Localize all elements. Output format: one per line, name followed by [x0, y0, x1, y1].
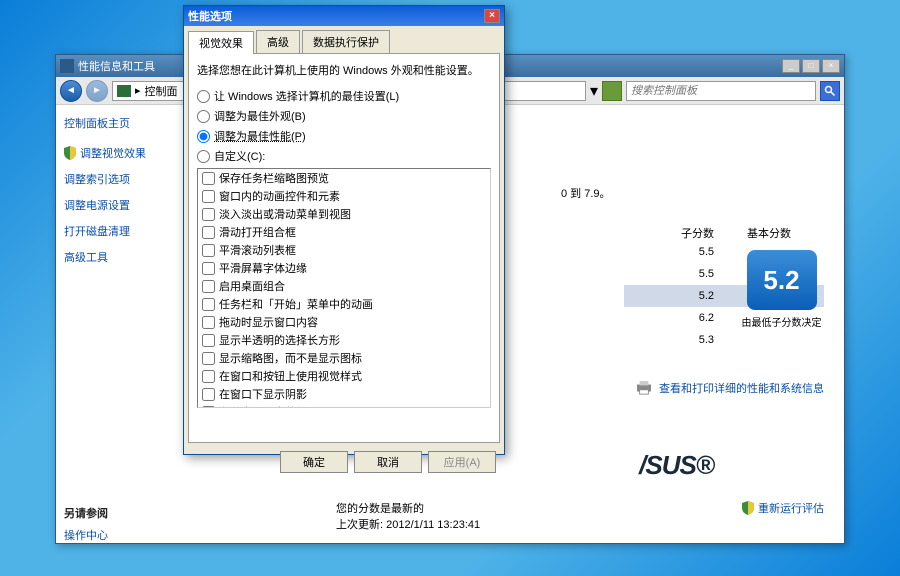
subscore-value: 6.2 [624, 312, 714, 324]
dialog-title: 性能选项 [188, 8, 232, 24]
check-item-0[interactable]: 保存任务栏缩略图预览 [198, 169, 490, 187]
address-dropdown[interactable]: ▾ [590, 81, 598, 101]
check-item-2[interactable]: 淡入淡出或滑动菜单到视图 [198, 205, 490, 223]
checkbox-input[interactable] [202, 262, 215, 275]
checkbox-input[interactable] [202, 370, 215, 383]
checkbox-input[interactable] [202, 190, 215, 203]
radio-input[interactable] [197, 90, 210, 103]
maximize-button[interactable]: □ [802, 59, 820, 73]
dialog-buttons: 确定 取消 应用(A) [184, 447, 504, 477]
subscore-header: 子分数 [624, 225, 714, 241]
dialog-instruction: 选择您想在此计算机上使用的 Windows 外观和性能设置。 [197, 62, 491, 78]
window-title: 性能信息和工具 [78, 58, 155, 74]
rerun-assessment-link[interactable]: 重新运行评估 [742, 500, 824, 516]
sidebar: 控制面板主页 调整视觉效果调整索引选项调整电源设置打开磁盘清理高级工具 另请参阅… [56, 105, 181, 543]
checkbox-input[interactable] [202, 208, 215, 221]
also-see-action-center[interactable]: 操作中心 [64, 527, 173, 543]
radio-input[interactable] [197, 130, 210, 143]
radio-option-1[interactable]: 调整为最佳外观(B) [197, 108, 491, 124]
check-item-7[interactable]: 任务栏和「开始」菜单中的动画 [198, 295, 490, 313]
apply-button[interactable]: 应用(A) [428, 451, 496, 473]
also-see-label: 另请参阅 [64, 505, 173, 521]
sidebar-item-2[interactable]: 调整电源设置 [64, 197, 173, 213]
asus-logo: /SUS® [639, 450, 714, 481]
subscore-value: 5.3 [624, 334, 714, 346]
check-item-9[interactable]: 显示半透明的选择长方形 [198, 331, 490, 349]
printer-icon [635, 381, 653, 395]
check-item-3[interactable]: 滑动打开组合框 [198, 223, 490, 241]
monitor-icon [117, 85, 131, 97]
checkbox-input[interactable] [202, 280, 215, 293]
sidebar-item-3[interactable]: 打开磁盘清理 [64, 223, 173, 239]
checkbox-input[interactable] [202, 406, 215, 409]
radio-input[interactable] [197, 150, 210, 163]
search-button[interactable] [820, 81, 840, 101]
effects-checklist[interactable]: 保存任务栏缩略图预览窗口内的动画控件和元素淡入淡出或滑动菜单到视图滑动打开组合框… [197, 168, 491, 408]
check-item-8[interactable]: 拖动时显示窗口内容 [198, 313, 490, 331]
radio-option-0[interactable]: 让 Windows 选择计算机的最佳设置(L) [197, 88, 491, 104]
range-text: 0 到 7.9。 [561, 185, 611, 201]
tab-1[interactable]: 高级 [256, 30, 300, 53]
base-score-caption: 由最低子分数决定 [739, 314, 824, 329]
check-item-10[interactable]: 显示缩略图，而不是显示图标 [198, 349, 490, 367]
sidebar-item-4[interactable]: 高级工具 [64, 249, 173, 265]
subscore-value: 5.5 [624, 246, 714, 258]
shield-icon [64, 146, 76, 160]
radio-input[interactable] [197, 110, 210, 123]
search-icon [824, 85, 836, 97]
checkbox-input[interactable] [202, 316, 215, 329]
check-item-13[interactable]: 在单击后淡出菜单 [198, 403, 490, 408]
checkbox-input[interactable] [202, 388, 215, 401]
checkbox-input[interactable] [202, 352, 215, 365]
visual-effects-panel: 选择您想在此计算机上使用的 Windows 外观和性能设置。 让 Windows… [188, 53, 500, 443]
checkbox-input[interactable] [202, 298, 215, 311]
control-panel-home-link[interactable]: 控制面板主页 [64, 115, 173, 131]
tab-2[interactable]: 数据执行保护 [302, 30, 390, 53]
minimize-button[interactable]: _ [782, 59, 800, 73]
subscore-value: 5.5 [624, 268, 714, 280]
back-button[interactable]: ◄ [60, 80, 82, 102]
tab-0[interactable]: 视觉效果 [188, 31, 254, 54]
shield-icon [742, 501, 754, 515]
search-input[interactable] [626, 81, 816, 101]
sidebar-item-0[interactable]: 调整视觉效果 [64, 145, 173, 161]
forward-button[interactable]: ► [86, 80, 108, 102]
checkbox-input[interactable] [202, 172, 215, 185]
check-item-5[interactable]: 平滑屏幕字体边缘 [198, 259, 490, 277]
check-item-11[interactable]: 在窗口和按钮上使用视觉样式 [198, 367, 490, 385]
dialog-close-button[interactable]: × [484, 9, 500, 23]
view-print-link[interactable]: 查看和打印详细的性能和系统信息 [635, 380, 824, 396]
base-score-value: 5.2 [747, 250, 817, 310]
basescore-header: 基本分数 [714, 225, 824, 241]
check-item-4[interactable]: 平滑滚动列表框 [198, 241, 490, 259]
base-score-badge: 5.2 由最低子分数决定 [739, 250, 824, 335]
status-text: 您的分数是最新的 上次更新: 2012/1/11 13:23:41 [336, 500, 480, 532]
refresh-button[interactable] [602, 81, 622, 101]
breadcrumb-text: 控制面 [145, 83, 178, 99]
window-icon [60, 59, 74, 73]
radio-group: 让 Windows 选择计算机的最佳设置(L) 调整为最佳外观(B) 调整为最佳性能… [197, 88, 491, 164]
performance-options-dialog: 性能选项 × 视觉效果高级数据执行保护 选择您想在此计算机上使用的 Window… [183, 5, 505, 455]
checkbox-input[interactable] [202, 334, 215, 347]
check-item-12[interactable]: 在窗口下显示阴影 [198, 385, 490, 403]
radio-option-3[interactable]: 自定义(C): [197, 148, 491, 164]
dialog-titlebar: 性能选项 × [184, 6, 504, 26]
close-button[interactable]: × [822, 59, 840, 73]
radio-option-2[interactable]: 调整为最佳性能(P) [197, 128, 491, 144]
dialog-tabs: 视觉效果高级数据执行保护 [184, 26, 504, 53]
check-item-1[interactable]: 窗口内的动画控件和元素 [198, 187, 490, 205]
check-item-6[interactable]: 启用桌面组合 [198, 277, 490, 295]
checkbox-input[interactable] [202, 226, 215, 239]
checkbox-input[interactable] [202, 244, 215, 257]
sidebar-item-1[interactable]: 调整索引选项 [64, 171, 173, 187]
subscore-value: 5.2 [624, 290, 714, 302]
cancel-button[interactable]: 取消 [354, 451, 422, 473]
ok-button[interactable]: 确定 [280, 451, 348, 473]
